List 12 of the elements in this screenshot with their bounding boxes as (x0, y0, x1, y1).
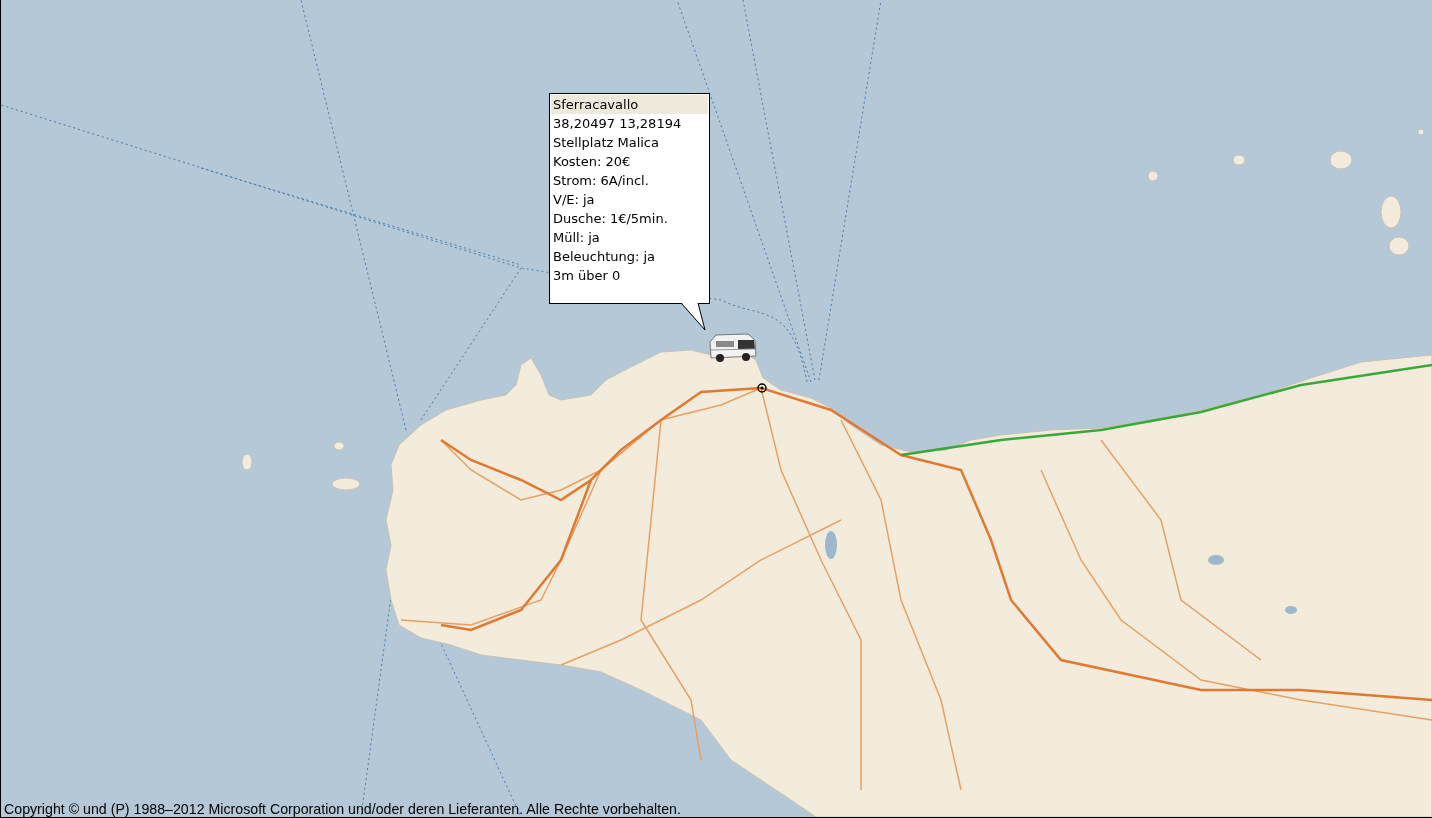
popup-info-text: Müll: ja (552, 229, 601, 247)
popup-info-text: Stellplatz Malica (552, 134, 660, 152)
popup-info-text: Kosten: 20€ (552, 153, 632, 171)
popup-info-text: V/E: ja (552, 191, 596, 209)
popup-info-text: 3m über 0 (552, 267, 622, 285)
popup-info-text: Strom: 6A/incl. (552, 172, 650, 190)
popup-title: Sferracavallo (551, 95, 708, 114)
copyright-text: Copyright © und (P) 1988–2012 Microsoft Corporation und/oder deren Lieferanten. Alle Rechte vorbehalten. (4, 801, 681, 817)
popup-info-text: Beleuchtung: ja (552, 248, 657, 266)
popup-info-text: 38,20497 13,28194 (552, 115, 683, 133)
popup-info-text: Dusche: 1€/5min. (552, 210, 669, 228)
motorhome-icon[interactable] (708, 332, 758, 364)
